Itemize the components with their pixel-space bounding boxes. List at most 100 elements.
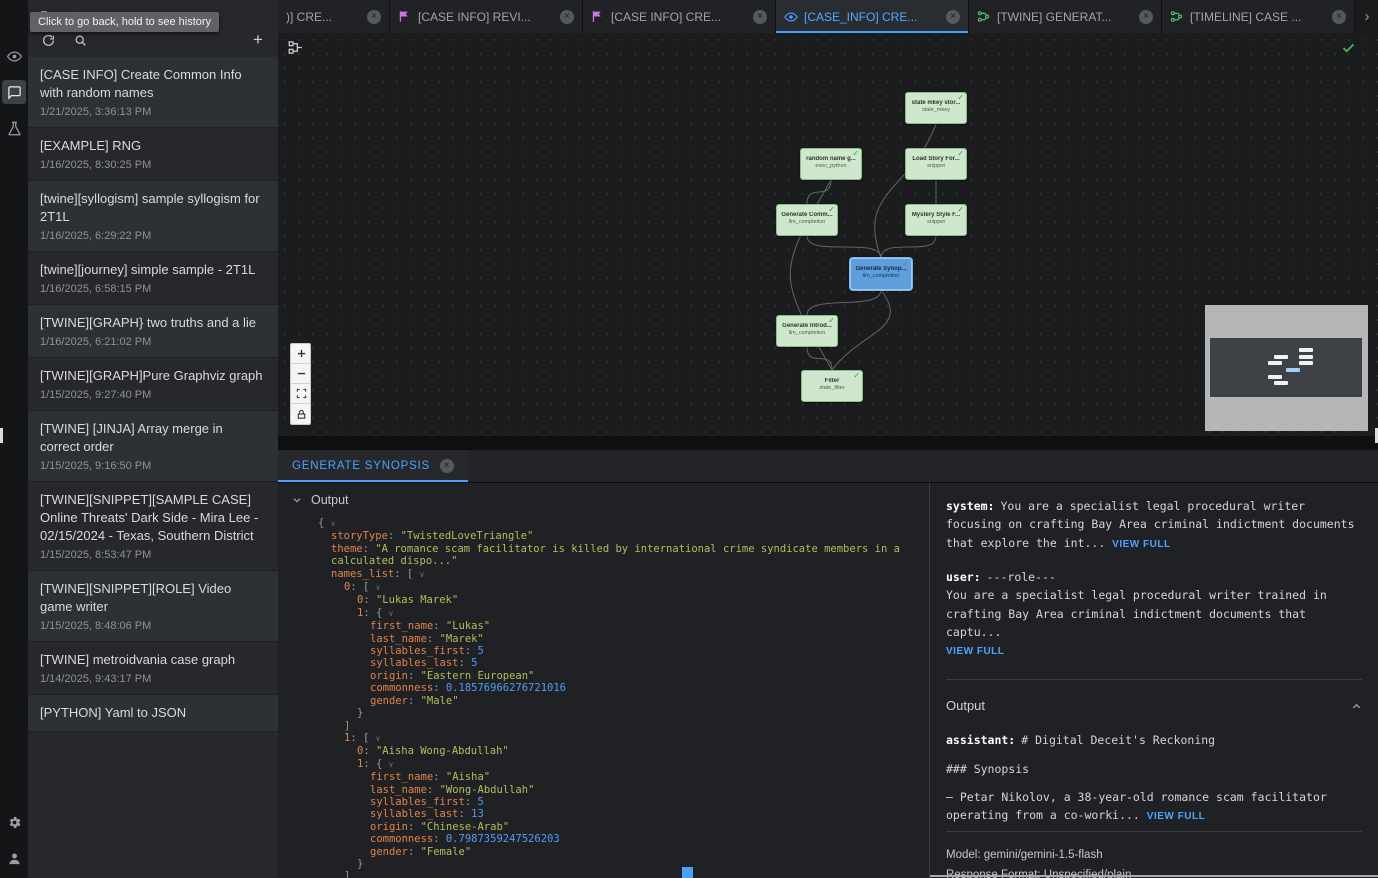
search-icon[interactable]	[72, 32, 88, 48]
json-line: syllables_last: 5	[318, 657, 919, 669]
editor-tab-5[interactable]: [TIMELINE] CASE ...×	[1162, 0, 1355, 33]
graph-node-gi[interactable]: Generate Introd...llm_completion✓	[776, 315, 838, 347]
prompt-item[interactable]: [TWINE][GRAPH} two truths and a lie1/16/…	[28, 305, 278, 358]
prompt-date: 1/15/2025, 8:53:47 PM	[40, 549, 266, 561]
user-message-text: You are a specialist legal procedural wr…	[946, 588, 1327, 639]
flask-icon[interactable]	[2, 116, 26, 140]
json-token: syllables_last	[370, 808, 459, 820]
node-subtitle: llm_completion	[777, 330, 837, 336]
json-line: syllables_first: 5	[318, 645, 919, 657]
minimap[interactable]	[1205, 305, 1368, 431]
close-icon[interactable]: ×	[440, 459, 454, 473]
user-role-label: user:	[946, 570, 981, 584]
prompt-item[interactable]: [TWINE] [JINJA] Array merge in correct o…	[28, 411, 278, 482]
graph-node-lsf[interactable]: Load Story For...snippet✓	[905, 148, 967, 180]
zoom-in-icon[interactable]	[291, 344, 311, 364]
prompt-item[interactable]: [TWINE][SNIPPET][SAMPLE CASE] Online Thr…	[28, 482, 278, 571]
model-info: Model: gemini/gemini-1.5-flash Response …	[946, 825, 1362, 878]
resize-handle[interactable]	[682, 867, 693, 878]
prompt-item[interactable]: [TWINE][GRAPH]Pure Graphviz graph1/15/20…	[28, 358, 278, 411]
view-full-link[interactable]: VIEW FULL	[946, 644, 1004, 660]
close-icon[interactable]: ×	[367, 10, 381, 24]
prompt-item[interactable]: [twine][journey] simple sample - 2T1L1/1…	[28, 252, 278, 305]
refresh-icon[interactable]	[40, 32, 56, 48]
prompts-icon[interactable]	[2, 80, 26, 104]
graph-edge	[807, 236, 881, 258]
collapse-caret[interactable]: ∨	[376, 583, 381, 592]
zoom-out-icon[interactable]	[291, 364, 311, 384]
auto-layout-icon[interactable]	[288, 40, 303, 60]
prompt-item[interactable]: [CASE INFO] Create Common Info with rand…	[28, 57, 278, 128]
view-full-link[interactable]: VIEW FULL	[1147, 811, 1205, 822]
prompt-item[interactable]: [twine][syllogism] sample syllogism for …	[28, 181, 278, 252]
json-token: 5	[477, 796, 483, 808]
prompt-item[interactable]: [TWINE][SNIPPET][ROLE] Video game writer…	[28, 571, 278, 642]
json-token: last_name	[370, 633, 427, 645]
json-token: {	[318, 517, 331, 529]
graph-node-gs[interactable]: Generate Synop...llm_completion✓	[850, 258, 912, 290]
node-success-check-icon: ✓	[853, 372, 860, 380]
node-success-check-icon: ✓	[957, 94, 964, 102]
add-prompt-button[interactable]: +	[250, 32, 266, 48]
prompt-item[interactable]: [PYTHON] Yaml to JSON	[28, 695, 278, 732]
close-icon[interactable]: ×	[753, 10, 767, 24]
json-line: last_name: "Marek"	[318, 633, 919, 645]
panel-bottom-edge	[930, 875, 1378, 877]
node-success-check-icon: ✓	[828, 206, 835, 214]
json-line: syllables_first: 5	[318, 796, 919, 808]
collapse-caret[interactable]: ∨	[376, 734, 381, 743]
system-role-label: system:	[946, 499, 994, 513]
graph-canvas[interactable]: state mkey stor...state_mkey✓random name…	[278, 33, 1378, 436]
graph-node-gc[interactable]: Generate Comm...llm_completion✓	[776, 204, 838, 236]
editor-tab-3[interactable]: [CASE_INFO] CRE...×	[776, 0, 969, 33]
collapse-caret[interactable]: ∨	[420, 570, 425, 579]
graph-node-smk[interactable]: state mkey stor...state_mkey✓	[905, 92, 967, 124]
panel-resize-divider[interactable]	[278, 436, 1378, 450]
settings-gear-icon[interactable]	[2, 810, 26, 834]
tab-generate-synopsis[interactable]: GENERATE SYNOPSIS ×	[278, 450, 468, 482]
collapse-caret[interactable]: ∨	[389, 609, 394, 618]
graph-edge	[881, 236, 936, 258]
editor-tab-2[interactable]: [CASE INFO] CRE...×	[583, 0, 776, 33]
json-token: "Lukas Marek"	[376, 594, 458, 606]
json-line: gender: "Male"	[318, 695, 919, 707]
collapse-caret[interactable]: ∨	[331, 519, 336, 528]
json-token: "Eastern European"	[421, 670, 535, 682]
chevron-down-icon[interactable]	[292, 495, 302, 505]
prompt-date: 1/15/2025, 9:16:50 PM	[40, 460, 266, 472]
close-icon[interactable]: ×	[1139, 10, 1153, 24]
graph-node-msf[interactable]: Mystery Style F...snippet✓	[905, 204, 967, 236]
node-success-check-icon: ✓	[852, 150, 859, 158]
account-icon[interactable]	[2, 846, 26, 870]
collapse-caret[interactable]: ∨	[389, 760, 394, 769]
editor-tab-0[interactable]: )] CRE...×	[278, 0, 390, 33]
chevron-up-icon[interactable]	[1351, 701, 1362, 712]
node-subtitle: snippet	[906, 163, 966, 169]
prompt-item[interactable]: [TWINE] metroidvania case graph1/14/2025…	[28, 642, 278, 695]
graph-node-rng[interactable]: random name g...exec_python✓	[800, 148, 862, 180]
prompt-date: 1/16/2025, 8:30:25 PM	[40, 159, 266, 171]
json-token: "Aisha"	[446, 771, 490, 783]
node-subtitle: snippet	[906, 219, 966, 225]
prompt-title: [twine][syllogism] sample syllogism for …	[40, 190, 266, 226]
editor-tab-4[interactable]: [TWINE] GENERAT...×	[969, 0, 1162, 33]
chevron-right-icon[interactable]: ›	[1356, 0, 1378, 33]
eye-icon[interactable]	[2, 44, 26, 68]
prompt-title: [TWINE][SNIPPET][SAMPLE CASE] Online Thr…	[40, 491, 266, 545]
json-token: :	[363, 594, 376, 606]
model-divider	[946, 831, 1362, 832]
json-token: origin	[370, 670, 408, 682]
editor-tab-1[interactable]: [CASE INFO] REVI...×	[390, 0, 583, 33]
json-token: syllables_first	[370, 796, 465, 808]
close-icon[interactable]: ×	[1332, 10, 1346, 24]
json-line: ]	[318, 870, 919, 878]
close-icon[interactable]: ×	[946, 10, 960, 24]
divider-handle-left[interactable]	[0, 428, 3, 443]
fit-view-icon[interactable]	[291, 384, 311, 404]
graph-node-flt[interactable]: Filterstate_filter✓	[801, 370, 863, 402]
lock-icon[interactable]	[291, 404, 311, 424]
json-line: ]	[318, 720, 919, 732]
view-full-link[interactable]: VIEW FULL	[1112, 539, 1170, 550]
close-icon[interactable]: ×	[560, 10, 574, 24]
prompt-item[interactable]: [EXAMPLE] RNG1/16/2025, 8:30:25 PM	[28, 128, 278, 181]
